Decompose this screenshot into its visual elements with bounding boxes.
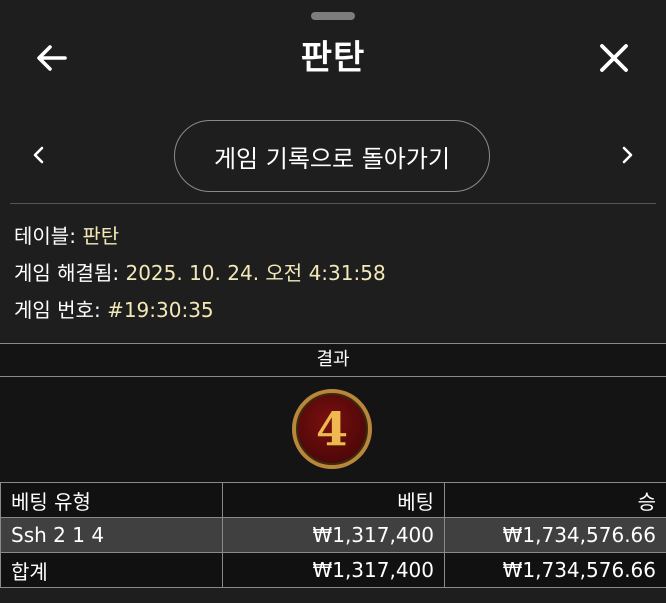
- chevron-left-icon: [29, 145, 49, 169]
- total-bet-cell: ₩1,317,400: [222, 552, 445, 588]
- resolved-value: 2025. 10. 24. 오전 4:31:58: [125, 261, 386, 285]
- total-win-cell: ₩1,734,576.66: [444, 552, 666, 588]
- resolved-info: 게임 해결됨: 2025. 10. 24. 오전 4:31:58: [14, 259, 386, 287]
- back-to-game-history-button[interactable]: 게임 기록으로 돌아가기: [174, 120, 490, 192]
- header: 판탄: [0, 28, 666, 90]
- bet-type-cell: Ssh 2 1 4: [0, 517, 223, 553]
- result-badge: 4: [292, 389, 372, 469]
- table-label: 테이블:: [14, 224, 76, 248]
- table-info: 테이블: 판탄: [14, 222, 119, 250]
- game-number-info: 게임 번호: #19:30:35: [14, 296, 214, 324]
- total-label-cell: 합계: [0, 552, 223, 588]
- chevron-right-icon: [617, 145, 637, 169]
- close-button[interactable]: [590, 36, 638, 84]
- next-game-button[interactable]: [610, 140, 644, 174]
- result-area: 4: [0, 377, 666, 482]
- column-header-win: 승: [444, 482, 666, 518]
- column-header-bet-type: 베팅 유형: [0, 482, 223, 518]
- total-row: 합계 ₩1,317,400 ₩1,734,576.66: [0, 552, 666, 588]
- table-value: 판탄: [82, 224, 120, 248]
- game-number-value: #19:30:35: [107, 298, 214, 322]
- close-x-icon: [597, 41, 631, 79]
- game-detail-sheet: 판탄 게임 기록으로 돌아가기 테이블: 판탄 게임 해결됨: 2025. 10…: [0, 0, 666, 603]
- drag-handle[interactable]: [311, 12, 355, 20]
- bets-table: 베팅 유형 베팅 승 Ssh 2 1 4 ₩1,317,400 ₩1,734,5…: [0, 482, 666, 588]
- win-amount-cell: ₩1,734,576.66: [444, 517, 666, 553]
- divider: [10, 203, 656, 204]
- table-header-row: 베팅 유형 베팅 승: [0, 482, 666, 518]
- bet-amount-cell: ₩1,317,400: [222, 517, 445, 553]
- game-number-label: 게임 번호:: [14, 298, 101, 322]
- column-header-bet: 베팅: [222, 482, 445, 518]
- previous-game-button[interactable]: [22, 140, 56, 174]
- resolved-label: 게임 해결됨:: [14, 261, 120, 285]
- history-nav: 게임 기록으로 돌아가기: [0, 118, 666, 196]
- page-title: 판탄: [300, 38, 366, 78]
- result-header: 결과: [0, 343, 666, 377]
- table-row: Ssh 2 1 4 ₩1,317,400 ₩1,734,576.66: [0, 517, 666, 553]
